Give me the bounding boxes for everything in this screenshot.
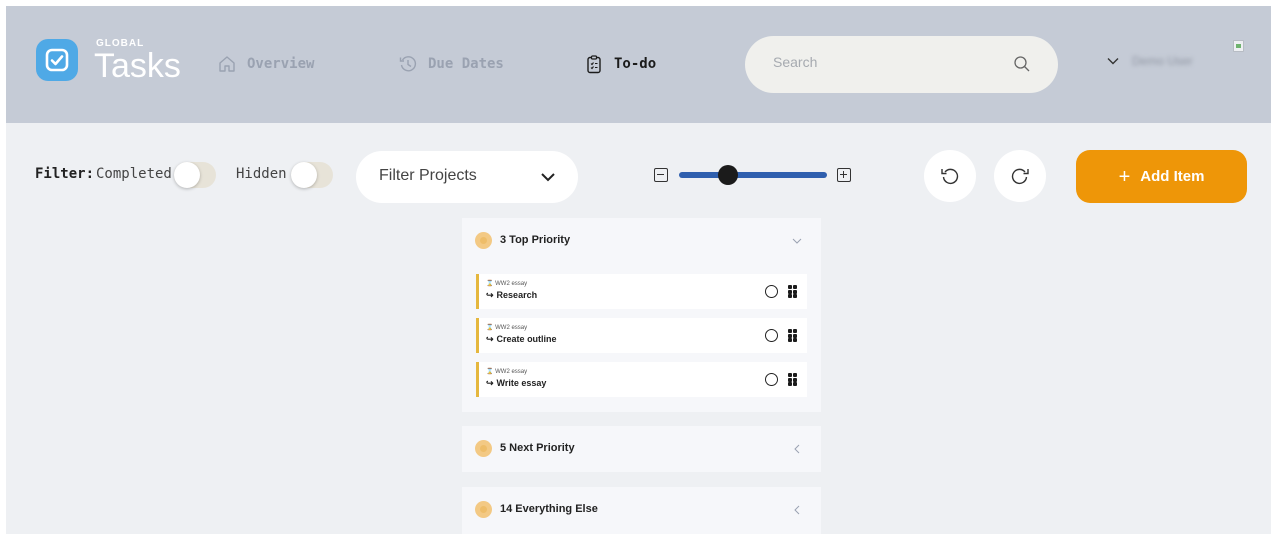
undo-icon [941, 168, 959, 185]
drag-handle-icon[interactable] [788, 285, 797, 298]
panel-header[interactable]: 14 Everything Else [462, 487, 821, 533]
drag-handle-icon[interactable] [788, 373, 797, 386]
subtask-arrow-icon: ↪ [486, 290, 494, 300]
redo-icon [1011, 168, 1029, 185]
filter-label: Filter: [35, 166, 95, 182]
panel-header[interactable]: 5 Next Priority [462, 426, 821, 472]
add-item-label: Add Item [1140, 168, 1205, 185]
task-project: ⌛ WW2 essay [486, 281, 528, 287]
panel-title: 14 Everything Else [500, 503, 598, 515]
task-project-label: WW2 essay [495, 369, 528, 375]
logo-icon[interactable] [36, 39, 78, 81]
task-project-label: WW2 essay [495, 325, 528, 331]
priority-panel-else: 14 Everything Else [462, 487, 821, 534]
complete-checkbox[interactable] [765, 285, 778, 298]
task-project-label: WW2 essay [495, 281, 528, 287]
completed-label: Completed [96, 166, 172, 182]
task-title-label: Research [496, 290, 538, 300]
undo-button[interactable] [924, 150, 976, 202]
task-title: ↪ Research [486, 290, 537, 301]
complete-checkbox[interactable] [765, 373, 778, 386]
priority-dot [475, 232, 492, 249]
logo-wordmark: Tasks [94, 47, 181, 85]
drag-handle-icon[interactable] [788, 329, 797, 342]
chevron-left-icon[interactable] [791, 504, 803, 516]
complete-checkbox[interactable] [765, 329, 778, 342]
priority-dot [475, 501, 492, 518]
history-icon [399, 56, 417, 72]
chevron-down-icon [541, 173, 555, 182]
toggle-knob [291, 162, 317, 188]
add-item-button[interactable]: + Add Item [1076, 150, 1247, 203]
nav-todo[interactable]: To-do [584, 54, 656, 74]
task-title-label: Create outline [496, 334, 557, 344]
filter-projects-label: Filter Projects [379, 167, 477, 184]
priority-dot [475, 440, 492, 457]
redo-button[interactable] [994, 150, 1046, 202]
search-icon[interactable] [1013, 55, 1031, 73]
task-card[interactable]: ⌛ WW2 essay ↪ Write essay [476, 362, 807, 397]
task-title: ↪ Write essay [486, 378, 546, 389]
zoom-out-icon[interactable] [654, 168, 668, 182]
avatar[interactable] [1233, 40, 1244, 52]
task-title: ↪ Create outline [486, 334, 557, 345]
subtask-arrow-icon: ↪ [486, 378, 494, 388]
nav-todo-label: To-do [614, 56, 657, 72]
chevron-down-icon[interactable] [791, 235, 803, 247]
hidden-toggle[interactable] [291, 162, 333, 188]
panel-title: 5 Next Priority [500, 442, 575, 454]
plus-icon: + [1118, 165, 1131, 188]
search-bar [745, 36, 1058, 93]
user-menu[interactable]: Demo User [1106, 54, 1193, 68]
clipboard-list-icon [587, 55, 601, 74]
top-header: GLOBAL Tasks Overview Due Dates To-do De… [6, 6, 1271, 123]
priority-panel-top: 3 Top Priority ⌛ WW2 essay ↪ Research ⌛ W… [462, 218, 821, 412]
chevron-down-icon [1107, 58, 1119, 65]
app-frame: GLOBAL Tasks Overview Due Dates To-do De… [6, 6, 1271, 534]
task-title-label: Write essay [496, 378, 547, 388]
task-project: ⌛ WW2 essay [486, 325, 528, 331]
toggle-knob [174, 162, 200, 188]
subtask-arrow-icon: ↪ [486, 334, 494, 344]
zoom-slider[interactable] [679, 172, 827, 178]
home-icon [219, 56, 235, 72]
nav-due-dates-label: Due Dates [428, 56, 504, 72]
panel-title: 3 Top Priority [500, 234, 571, 246]
completed-toggle[interactable] [174, 162, 216, 188]
priority-panel-next: 5 Next Priority [462, 426, 821, 472]
user-name: Demo User [1132, 54, 1193, 68]
chevron-left-icon[interactable] [791, 443, 803, 455]
nav-due-dates[interactable]: Due Dates [398, 54, 504, 74]
filter-projects-select[interactable]: Filter Projects [356, 151, 578, 203]
panel-header[interactable]: 3 Top Priority [462, 218, 821, 264]
task-project: ⌛ WW2 essay [486, 369, 528, 375]
task-card[interactable]: ⌛ WW2 essay ↪ Research [476, 274, 807, 309]
hidden-label: Hidden [236, 166, 287, 182]
search-input[interactable] [773, 54, 1003, 70]
task-card[interactable]: ⌛ WW2 essay ↪ Create outline [476, 318, 807, 353]
zoom-in-icon[interactable] [837, 168, 851, 182]
nav-overview[interactable]: Overview [217, 54, 314, 74]
zoom-slider-handle[interactable] [717, 165, 738, 185]
nav-overview-label: Overview [247, 56, 315, 72]
